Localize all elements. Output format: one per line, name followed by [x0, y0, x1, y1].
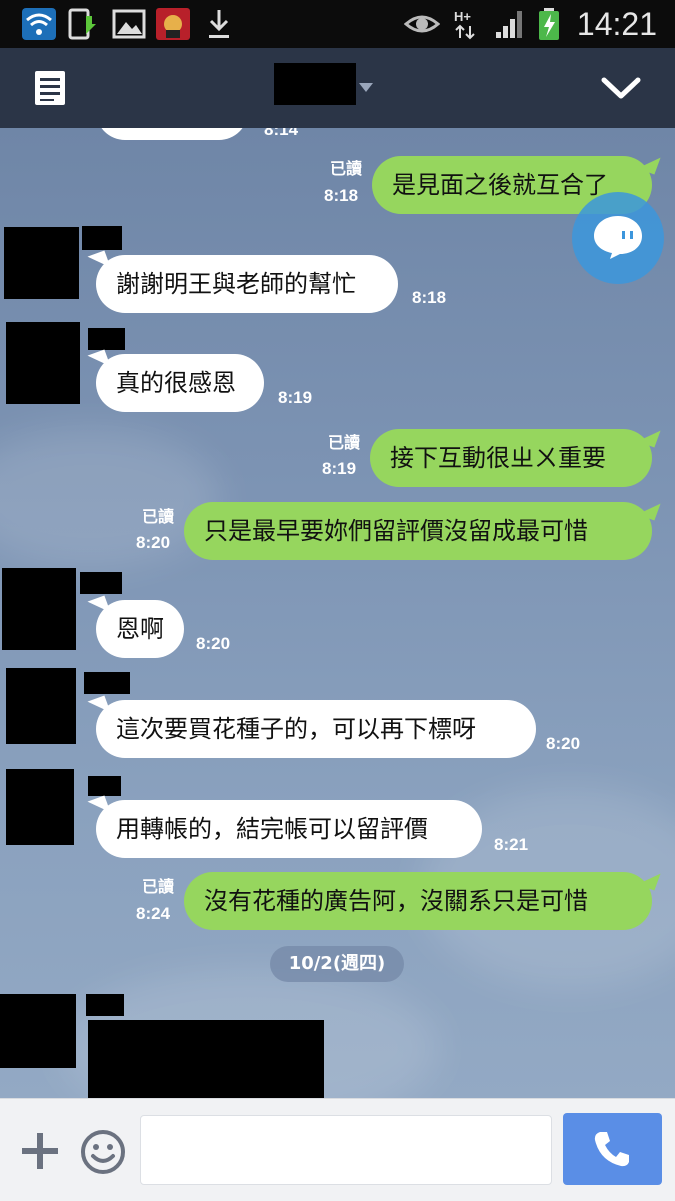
avatar-redacted[interactable]: [6, 668, 76, 744]
sender-name-redacted: [88, 776, 121, 796]
chat-head-icon: [594, 216, 642, 259]
avatar-redacted[interactable]: [6, 322, 80, 404]
app-icon: [156, 8, 190, 40]
avatar-redacted[interactable]: [4, 227, 79, 299]
message-text: 謝謝明王與老師的幫忙: [116, 270, 356, 298]
message-time: 8:20: [546, 734, 581, 753]
avatar-redacted[interactable]: [0, 994, 76, 1068]
signal-icon: [496, 11, 522, 38]
message-text: 是見面之後就互合了: [392, 171, 608, 199]
message-input[interactable]: [140, 1115, 552, 1185]
read-receipt: 已讀: [141, 507, 174, 526]
avatar-redacted[interactable]: [6, 769, 74, 845]
message-text: 沒有花種的廣告阿，沒關系只是可惜: [204, 887, 588, 915]
input-bar: [0, 1098, 675, 1201]
message-time: 8:20: [196, 634, 231, 653]
message-bubble-incoming[interactable]: 用轉帳的，結完帳可以留評價: [87, 795, 482, 858]
sender-name-redacted: [88, 328, 125, 350]
clock: 14:21: [576, 6, 657, 42]
date-divider: 10/2(週四): [270, 946, 404, 982]
message-text: 恩啊: [116, 615, 164, 643]
wifi-icon: [22, 8, 56, 40]
chat-area[interactable]: 8:14 已讀 8:18 是見面之後就互合了 謝謝明王與老師的幫忙 8:18 真…: [0, 128, 675, 1098]
message-text: 接下互動很ㄓㄨ重要: [390, 444, 606, 472]
list-icon[interactable]: [34, 70, 66, 106]
message-time: 8:21: [494, 835, 529, 854]
phone-update-icon: [68, 8, 96, 40]
message-text: 用轉帳的，結完帳可以留評價: [116, 815, 428, 843]
message-text: 真的很感恩: [116, 369, 236, 397]
message-bubble-outgoing[interactable]: 接下互動很ㄓㄨ重要: [370, 424, 661, 487]
message-time: 8:20: [136, 533, 171, 552]
sender-name-redacted: [80, 572, 122, 594]
background-cloud: [0, 428, 220, 568]
network-hplus-icon: H+: [454, 9, 475, 40]
chevron-down-icon[interactable]: [600, 74, 642, 102]
message-bubble-outgoing[interactable]: 沒有花種的廣告阿，沒關系只是可惜: [184, 867, 661, 930]
floating-chat-head[interactable]: [572, 192, 664, 284]
message-bubble-outgoing[interactable]: 只是最早要妳們留評價沒留成最可惜: [184, 497, 661, 560]
download-icon: [209, 10, 229, 38]
message-bubble-partial: [96, 128, 248, 140]
smiley-icon[interactable]: [80, 1129, 126, 1175]
read-receipt: 已讀: [141, 877, 174, 896]
chat-header: [0, 48, 675, 128]
avatar-redacted[interactable]: [2, 568, 76, 650]
message-bubble-incoming[interactable]: 真的很感恩: [87, 349, 264, 412]
plus-icon[interactable]: [20, 1131, 60, 1171]
gallery-icon: [112, 9, 146, 39]
message-time: 8:24: [136, 904, 171, 923]
message-bubble-incoming[interactable]: 恩啊: [87, 595, 184, 658]
read-receipt: 已讀: [327, 433, 360, 452]
message-time: 8:19: [278, 388, 313, 407]
battery-charging-icon: [539, 8, 559, 40]
sender-name-redacted: [82, 226, 122, 250]
message-time: 8:18: [324, 186, 359, 205]
phone-icon: [594, 1132, 629, 1167]
message-text: 只是最早要妳們留評價沒留成最可惜: [204, 517, 588, 545]
chat-title-redacted[interactable]: [274, 63, 356, 105]
message-text: 這次要買花種子的，可以再下標呀: [116, 715, 476, 743]
message-time-partial: 8:14: [264, 128, 299, 139]
status-bar: H+ 14:21: [0, 0, 675, 48]
read-receipt: 已讀: [329, 159, 362, 178]
message-bubble-incoming[interactable]: 謝謝明王與老師的幫忙: [87, 250, 398, 313]
call-button[interactable]: [563, 1113, 662, 1185]
sender-name-redacted: [84, 672, 130, 694]
svg-text:H+: H+: [454, 9, 471, 24]
message-time: 8:19: [322, 459, 357, 478]
message-redacted: [88, 1020, 324, 1098]
message-bubble-incoming[interactable]: 這次要買花種子的，可以再下標呀: [87, 695, 536, 758]
eye-icon: [404, 15, 440, 33]
caret-down-icon[interactable]: [358, 81, 374, 93]
sender-name-redacted: [86, 994, 124, 1016]
message-time: 8:18: [412, 288, 447, 307]
